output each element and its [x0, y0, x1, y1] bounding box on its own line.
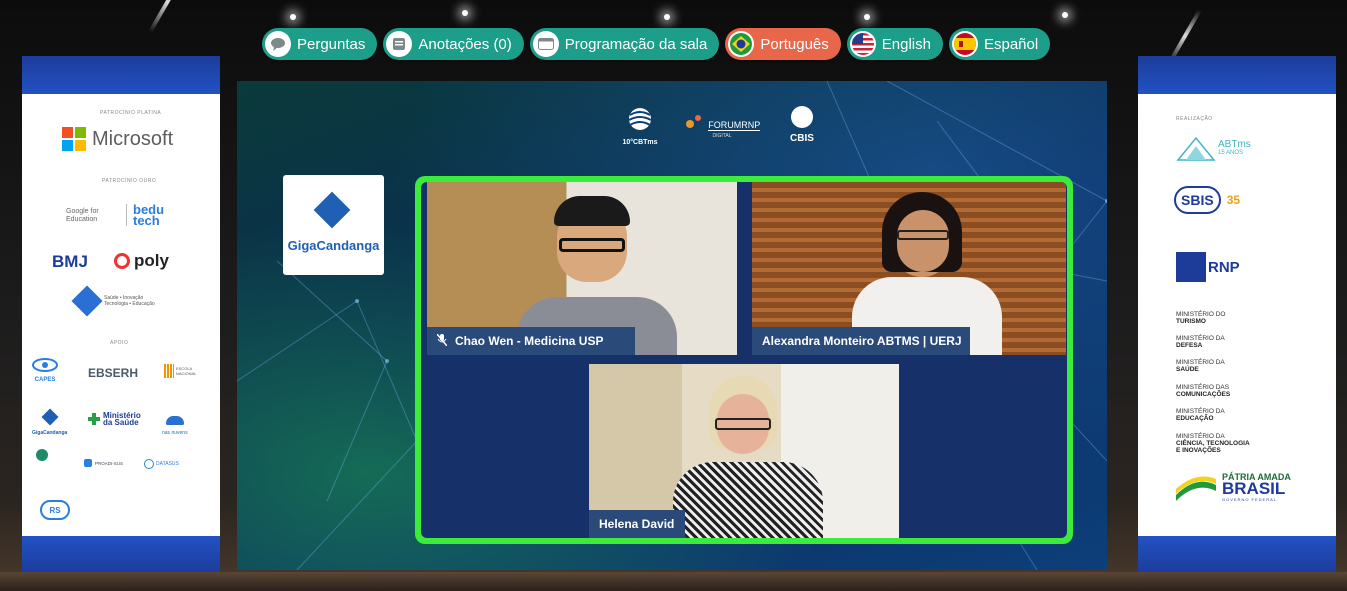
rs-logo: RS [40, 500, 70, 520]
datasus-logo: DATASUS [144, 459, 179, 469]
gigacandanga-small-icon [41, 408, 59, 426]
cbis-icon [791, 106, 813, 128]
language-english-label: English [881, 35, 931, 53]
capes-logo: CAPES [32, 358, 58, 383]
language-english-button[interactable]: English [846, 28, 943, 60]
telessaude-logo [36, 448, 48, 466]
patria-amada-brasil-logo: PÁTRIA AMADA BRASIL GOVERNO FEDERAL [1174, 472, 1291, 505]
notes-label: Anotações (0) [418, 35, 512, 53]
participant-name-tag: Helena David [589, 510, 685, 538]
gigacandanga-logo: GigaCandanga [283, 175, 384, 275]
participant-glasses [559, 238, 625, 252]
health-cross-icon [88, 413, 100, 425]
questions-label: Perguntas [297, 35, 366, 53]
cafe-logo: Saúde • Inovação Tecnologia • Educação [71, 285, 164, 317]
realization-label: REALIZAÇÃO [1176, 116, 1213, 122]
bedu-tech-logo: bedu tech [126, 203, 173, 227]
participant-tile-helena-david[interactable]: Helena David [589, 364, 899, 538]
datasus-icon [144, 459, 154, 469]
poly-icon [114, 253, 130, 269]
brazil-waves-icon [1176, 476, 1216, 501]
forum-rnp-logo: FORUMRNP DIGITAL [682, 114, 762, 139]
language-portuguese-label: Português [760, 35, 829, 53]
cbtms-logo: 10°CBTms [614, 106, 666, 146]
right-sponsor-banner: REALIZAÇÃO ABTms 15 ANOS SBIS 35 RNP MIN… [1138, 56, 1336, 574]
participant-glasses [897, 230, 949, 240]
participant-glasses [715, 418, 771, 430]
nas-nuvens-logo: nas nuvens [162, 412, 188, 436]
ministry-education: MINISTÉRIO DA EDUCAÇÃO [1176, 408, 1225, 422]
cbtms-icon [628, 108, 652, 130]
participant-face [897, 210, 949, 272]
escola-nacional-logo: ESCOLA NACIONAL [164, 364, 202, 378]
language-portuguese-button[interactable]: Português [725, 28, 841, 60]
rnp-icon [1176, 252, 1206, 282]
cloud-icon [165, 416, 184, 425]
ministerio-saude-logo: Ministério da Saúde [88, 412, 143, 427]
banner-bottom-bar [1138, 536, 1336, 574]
participant-name-tag: Alexandra Monteiro ABTMS | UERJ [752, 327, 970, 355]
gigacandanga-small-logo: GigaCandanga [32, 408, 67, 436]
gigacandanga-icon [313, 191, 351, 229]
proadi-sus-logo: PROADI-SUS [84, 459, 123, 467]
participant-name-tag: Chao Wen - Medicina USP [427, 327, 635, 355]
poly-logo: poly [114, 251, 169, 271]
calendar-icon [532, 31, 559, 57]
stage-floor [0, 572, 1347, 591]
abtms-logo: ABTms 15 ANOS [1176, 134, 1251, 164]
banner-top-bar [22, 56, 220, 94]
telessaude-icon [36, 449, 48, 461]
ministry-science: MINISTÉRIO DA CIÊNCIA, TECNOLOGIA E INOVAÇ… [1176, 433, 1250, 454]
ministry-tourism: MINISTÉRIO DO TURISMO [1176, 311, 1226, 325]
escola-icon [164, 364, 174, 378]
ministry-defense: MINISTÉRIO DA DEFESA [1176, 335, 1225, 349]
abtms-icon [1176, 136, 1216, 161]
platinum-label: PATROCÍNIO PLATINA [100, 110, 162, 116]
microsoft-icon [62, 127, 86, 151]
rnp-logo: RNP [1176, 252, 1240, 282]
brazil-flag-icon [728, 31, 755, 57]
support-label: APOIO [110, 340, 129, 346]
language-spanish-button[interactable]: Español [948, 28, 1051, 60]
spain-flag-icon [951, 31, 978, 57]
ebserh-logo: EBSERH [88, 366, 139, 380]
proadi-icon [84, 459, 92, 467]
top-toolbar: Perguntas Anotações (0) Programação da s… [262, 28, 1051, 62]
questions-button[interactable]: Perguntas [262, 28, 378, 60]
event-logos: 10°CBTms FORUMRNP DIGITAL CBIS [612, 106, 842, 162]
notes-button[interactable]: Anotações (0) [383, 28, 524, 60]
speech-bubble-icon [265, 31, 291, 57]
forum-dots-icon [685, 115, 701, 128]
microphone-muted-icon [436, 333, 448, 349]
video-conference-frame: Chao Wen - Medicina USP Alexandra Montei… [415, 176, 1073, 544]
ministry-health: MINISTÉRIO DA SAÚDE [1176, 359, 1225, 373]
participant-tile-alexandra-monteiro[interactable]: Alexandra Monteiro ABTMS | UERJ [752, 182, 1066, 355]
bmj-logo: BMJ [52, 252, 88, 271]
room-schedule-label: Programação da sala [564, 35, 708, 53]
usa-flag-icon [849, 31, 876, 57]
ministry-communications: MINISTÉRIO DAS COMUNICAÇÕES [1176, 384, 1231, 398]
google-education-logo: Google for Education [66, 208, 99, 223]
banner-top-bar [1138, 56, 1336, 94]
capes-icon [32, 358, 58, 372]
cafe-icon [71, 285, 103, 317]
left-sponsor-banner: PATROCÍNIO PLATINA Microsoft PATROCÍNIO … [22, 56, 220, 574]
cbis-logo: CBIS [772, 106, 832, 144]
participant-hair [554, 196, 630, 226]
participant-tile-chao-wen[interactable]: Chao Wen - Medicina USP [427, 182, 737, 355]
gold-label: PATROCÍNIO OURO [102, 178, 157, 184]
sbis-logo: SBIS 35 [1174, 186, 1240, 214]
note-icon [386, 31, 413, 57]
participant-body [673, 462, 823, 538]
language-spanish-label: Español [983, 35, 1039, 53]
video-grid: Chao Wen - Medicina USP Alexandra Montei… [421, 182, 1067, 538]
room-schedule-button[interactable]: Programação da sala [529, 28, 720, 60]
microsoft-logo: Microsoft [62, 127, 173, 151]
banner-bottom-bar [22, 536, 220, 574]
